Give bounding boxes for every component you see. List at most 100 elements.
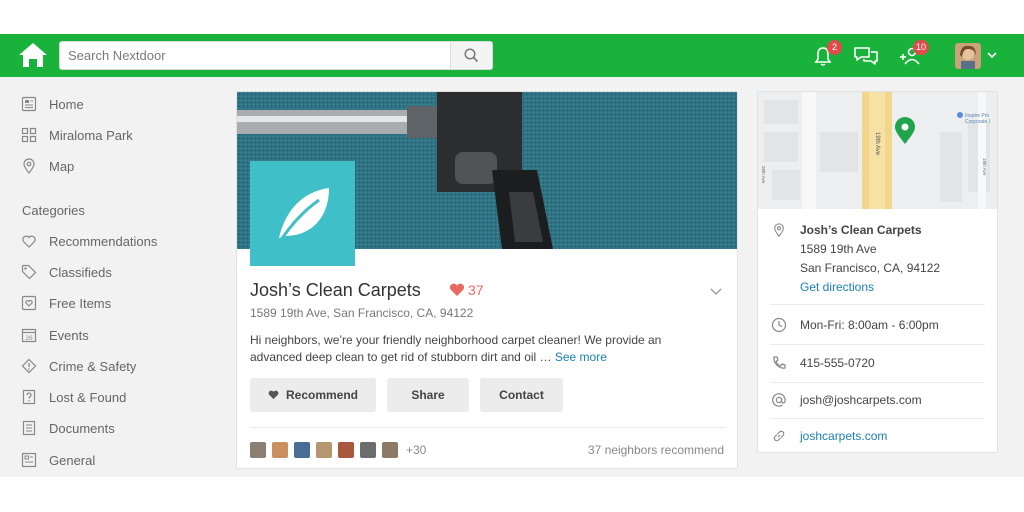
business-address: 1589 19th Ave, San Francisco, CA, 94122 [250,306,474,320]
newspaper-icon [20,95,38,113]
contact-button[interactable]: Contact [480,378,563,412]
recommend-count[interactable]: 37 neighbors recommend [588,443,724,457]
details-divider [770,418,985,419]
sidebar-item-lost-found[interactable]: Lost & Found [20,387,126,407]
sidebar-item-label: Miraloma Park [49,127,133,143]
likes-value: 37 [468,282,484,298]
calendar-day-text: 26 [25,335,33,342]
map-poi-label: Corporate I [965,119,990,125]
get-directions-link[interactable]: Get directions [800,278,940,297]
sidebar-item-general[interactable]: General [20,450,95,470]
sidebar-item-recommendations[interactable]: Recommendations [20,231,157,251]
map-street-label: 20th Ave [761,166,766,184]
top-navigation-bar: 2 10 [0,34,1024,77]
sidebar-item-home[interactable]: Home [20,94,84,114]
sidebar-item-free-items[interactable]: Free Items [20,293,111,313]
phone-row[interactable]: 415-555-0720 [770,354,875,373]
at-sign-icon [770,391,788,409]
heart-icon [449,283,465,296]
recommend-button[interactable]: Recommend [250,378,376,412]
sidebar-item-label: Documents [49,420,115,436]
details-divider [770,304,985,305]
leaf-icon [278,187,329,241]
share-button[interactable]: Share [387,378,469,412]
business-details-card: 19th Ave 20th Ave 18th Ave Inspire Pro C… [757,91,998,453]
alert-icon [20,357,38,375]
card-options-chevron-icon[interactable] [710,284,722,302]
neighbors-button[interactable]: 10 [895,40,929,70]
avatar [360,442,376,458]
map-street-label: 18th Ave [982,158,987,176]
question-icon [20,388,38,406]
avatar [272,442,288,458]
website-row[interactable]: joshcarpets.com [770,427,887,446]
recommend-label: Recommend [285,388,359,402]
sidebar-item-label: Crime & Safety [49,358,137,374]
sidebar-item-neighborhood[interactable]: Miraloma Park [20,125,133,145]
search-bar [59,41,493,70]
contact-label: Contact [499,388,544,402]
messages-button[interactable] [851,42,881,70]
recommender-avatars[interactable]: +30 [250,442,426,458]
avatar [382,442,398,458]
sidebar-item-label: Classifieds [49,264,112,280]
likes-count[interactable]: 37 [449,282,484,298]
user-avatar[interactable] [955,43,981,69]
categories-heading: Categories [22,203,85,218]
see-more-link[interactable]: See more [555,350,607,364]
notifications-badge: 2 [827,40,842,55]
gift-icon [20,294,38,312]
sidebar-item-map[interactable]: Map [20,156,74,176]
share-label: Share [411,388,445,402]
page-footer-space [0,477,1024,512]
sidebar-item-documents[interactable]: Documents [20,418,115,438]
map-street-label: 19th Ave [874,132,880,156]
search-input[interactable] [60,42,452,69]
notifications-button[interactable]: 2 [808,40,842,70]
nextdoor-home-logo-icon[interactable] [18,42,48,68]
link-icon [770,427,788,445]
avatar [294,442,310,458]
heart-icon [268,390,279,400]
business-website-link[interactable]: joshcarpets.com [800,427,887,446]
card-divider [250,427,726,428]
neighbors-badge: 10 [912,40,929,55]
map-pin-icon [20,157,38,175]
sidebar-item-label: Home [49,96,84,112]
sidebar-item-classifieds[interactable]: Classifieds [20,262,112,282]
sidebar-item-label: Recommendations [49,233,158,249]
address-row: Josh’s Clean Carpets 1589 19th Ave San F… [770,221,940,297]
tag-icon [20,263,38,281]
business-name[interactable]: Josh’s Clean Carpets [250,280,421,301]
address-line-2: San Francisco, CA, 94122 [800,261,941,275]
sidebar-item-crime-safety[interactable]: Crime & Safety [20,356,136,376]
details-business-name: Josh’s Clean Carpets [800,223,922,237]
avatar [338,442,354,458]
business-logo [250,161,355,266]
business-description: Hi neighbors, we’re your friendly neighb… [250,332,690,366]
phone-icon [770,354,788,372]
main-area: Home Miraloma Park Map Categories Recomm… [0,77,1024,477]
search-icon [464,48,479,63]
search-button[interactable] [450,42,492,69]
business-hours: Mon-Fri: 8:00am - 6:00pm [800,318,939,332]
chat-bubbles-icon [854,47,878,65]
document-icon [20,419,38,437]
sidebar-item-label: Map [49,158,75,174]
sidebar-item-label: Free Items [49,295,112,311]
business-email: josh@joshcarpets.com [800,393,922,407]
clock-icon [770,316,788,334]
details-divider [770,382,985,383]
hours-row: Mon-Fri: 8:00am - 6:00pm [770,316,939,335]
avatar [316,442,332,458]
account-menu-chevron-icon[interactable] [986,48,998,66]
calendar-icon: 26 [20,326,38,344]
business-phone: 415-555-0720 [800,356,875,370]
neighborhood-icon [20,126,38,144]
sidebar-item-label: Lost & Found [49,389,127,405]
email-row[interactable]: josh@joshcarpets.com [770,391,922,410]
details-divider [770,344,985,345]
sidebar-item-label: General [49,452,96,468]
location-map[interactable]: 19th Ave 20th Ave 18th Ave Inspire Pro C… [758,92,997,209]
sidebar-item-events[interactable]: 26 Events [20,325,89,345]
